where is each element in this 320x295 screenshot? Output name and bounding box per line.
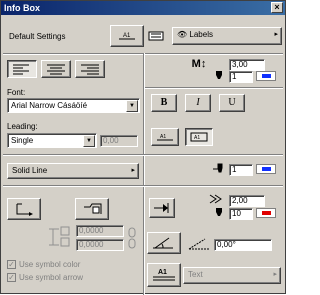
popup-arrow-icon: ▸ [131, 167, 135, 174]
text-popup-value: Text [188, 270, 203, 279]
label-type-icon: A1 [153, 269, 175, 281]
separator [3, 185, 283, 187]
svg-text:A1: A1 [123, 33, 131, 39]
pen-icon [213, 207, 225, 219]
text-frame-button[interactable]: A1 [185, 128, 213, 146]
label-tool-button[interactable]: A1 [110, 25, 144, 47]
align-right-button[interactable] [75, 60, 105, 78]
leader-start-icon [16, 203, 33, 216]
pen-number-field[interactable]: 1 [229, 71, 253, 83]
align-center-icon [47, 64, 65, 75]
default-settings-label: Default Settings [9, 32, 66, 41]
line-pen-color-chip [262, 167, 271, 171]
align-center-button[interactable] [41, 60, 71, 78]
svg-text:A1: A1 [160, 134, 166, 140]
svg-text:A1: A1 [158, 269, 167, 276]
leading-dropdown[interactable]: Single ▼ [7, 133, 97, 148]
bold-button[interactable]: B [151, 94, 177, 112]
leading-value-field[interactable]: 0,00 [100, 135, 138, 147]
font-label: Font: [7, 88, 26, 97]
info-box-window: Info Box × Default Settings A1 👁 Labels … [0, 0, 286, 295]
align-right-icon [81, 64, 99, 75]
pen-color-chip [262, 74, 271, 78]
line-pen-number-field[interactable]: 1 [229, 164, 253, 176]
line-type-popup[interactable]: Solid Line ▸ [7, 163, 139, 179]
arrow-size-field[interactable]: 2,00 [229, 195, 265, 207]
arrow-pen-color-swatch[interactable] [256, 208, 276, 218]
chain-link-icon[interactable] [127, 227, 137, 249]
align-left-icon [13, 64, 29, 75]
align-left-button[interactable] [7, 60, 37, 78]
text-frame-icon: A1 [190, 132, 208, 142]
leader-angle-button[interactable] [147, 232, 181, 254]
font-dropdown-value: Arial Narrow Cásáöíé [11, 101, 88, 110]
vertical-separator [143, 53, 145, 295]
paintbrush-icon[interactable] [146, 28, 168, 44]
use-symbol-color-label: Use symbol color [19, 260, 81, 269]
leading-label: Leading: [7, 122, 38, 131]
arrow-pen-color-chip [262, 211, 271, 215]
dropdown-arrow-icon: ▼ [126, 100, 138, 112]
line-type-value: Solid Line [12, 166, 48, 175]
arrow-pen-number-field[interactable]: 10 [229, 208, 253, 220]
text-popup[interactable]: Text ▸ [183, 267, 281, 284]
pen-icon [213, 70, 225, 82]
leader-angle-icon [153, 237, 173, 249]
italic-button[interactable]: I [185, 94, 211, 112]
separator [3, 154, 283, 156]
dropdown-arrow-icon: ▼ [83, 135, 95, 147]
angle-field[interactable]: 0,00° [214, 239, 272, 251]
labels-popup[interactable]: 👁 Labels ▸ [172, 27, 282, 45]
title-bar[interactable]: Info Box × [1, 1, 285, 15]
separator [145, 87, 283, 89]
use-symbol-arrow-checkbox[interactable]: ✓ [7, 273, 16, 282]
leading-dropdown-value: Single [11, 136, 34, 145]
eye-icon: 👁 [177, 30, 188, 39]
text-direction-button[interactable]: A1 [151, 128, 179, 146]
popup-arrow-icon: ▸ [274, 31, 278, 38]
use-symbol-arrow-label: Use symbol arrow [19, 273, 84, 282]
arrowhead-button[interactable] [149, 198, 175, 218]
pen-color-swatch[interactable] [256, 71, 276, 81]
use-symbol-color-checkbox[interactable]: ✓ [7, 260, 16, 269]
text-direction-icon: A1 [157, 134, 173, 141]
popup-arrow-icon: ▸ [273, 271, 277, 278]
window-title: Info Box [4, 3, 40, 13]
offset-y-field[interactable]: 0,0000 [76, 239, 124, 251]
text-size-field[interactable]: 3,00 [229, 59, 265, 71]
close-button[interactable]: × [271, 2, 283, 13]
svg-text:A1: A1 [194, 135, 200, 141]
label-tool-icon: A1 [117, 31, 137, 43]
arrowhead-icon [154, 203, 169, 213]
line-pen-color-swatch[interactable] [256, 164, 276, 174]
text-size-icon: M↕ [191, 58, 207, 70]
font-dropdown[interactable]: Arial Narrow Cásáöíé ▼ [7, 98, 140, 113]
labels-popup-value: Labels [189, 30, 213, 39]
offset-x-field[interactable]: 0,0000 [76, 225, 124, 237]
angle-icon [187, 237, 213, 251]
leader-end-icon [84, 203, 102, 214]
leader-end-button[interactable] [75, 198, 109, 220]
label-type-button[interactable]: A1 [147, 263, 181, 287]
leader-start-button[interactable] [7, 198, 41, 220]
arrow-size-icon [209, 193, 225, 205]
pen-icon [213, 163, 225, 175]
offset-icon [47, 225, 73, 249]
underline-button[interactable]: U [219, 94, 245, 112]
